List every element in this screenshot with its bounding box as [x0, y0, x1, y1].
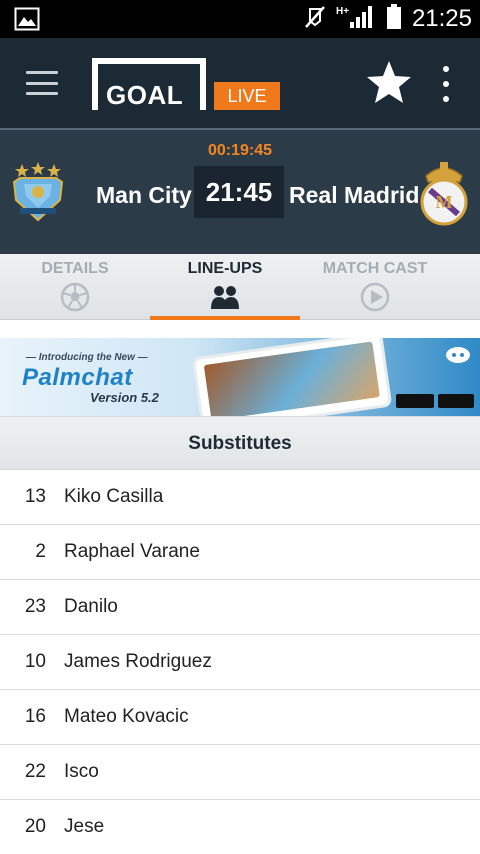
player-number: 16: [24, 706, 46, 727]
match-tabs: DETAILS LINE-UPS MATCH CAST: [0, 254, 480, 320]
tab-line-ups[interactable]: LINE-UPS: [150, 254, 300, 320]
match-score: 21:45: [194, 166, 284, 218]
player-number: 2: [35, 541, 46, 562]
app-bar: GOAL LIVE: [0, 38, 480, 128]
tab-match-cast[interactable]: MATCH CAST: [300, 254, 450, 320]
battery-icon: [386, 3, 402, 35]
network-type-label: H+: [336, 6, 349, 17]
player-number: 22: [24, 761, 46, 782]
image-notification-icon: [14, 7, 40, 31]
section-title: Substitutes: [0, 416, 480, 470]
content-gap: [0, 320, 480, 338]
ad-banner[interactable]: — Introducing the New — Palmchat Version…: [0, 338, 480, 416]
people-icon: [209, 281, 241, 313]
list-item[interactable]: 20 Jese: [0, 800, 480, 854]
player-name: Kiko Casilla: [64, 486, 164, 507]
svg-text:M: M: [436, 192, 453, 212]
star-icon[interactable]: [364, 58, 414, 108]
ad-phone-image: [191, 338, 393, 416]
player-name: Isco: [64, 761, 99, 782]
substitutes-list: 13 Kiko Casilla 2 Raphael Varane 23 Dani…: [0, 470, 480, 854]
menu-icon[interactable]: [22, 66, 62, 100]
list-item[interactable]: 23 Danilo: [0, 580, 480, 635]
signal-icon: H+: [336, 4, 376, 35]
more-vert-icon[interactable]: [436, 64, 456, 104]
ad-version-text: Version 5.2: [90, 390, 159, 405]
player-name: James Rodriguez: [64, 651, 212, 672]
palmchat-logo-icon: [444, 344, 472, 364]
home-team-crest-icon: [10, 160, 66, 224]
ad-brand-text: Palmchat: [22, 364, 133, 391]
player-name: Jese: [64, 816, 105, 837]
status-icons: H+ 21:25: [304, 0, 472, 38]
player-name: Danilo: [64, 596, 118, 617]
away-team-crest-icon: M: [416, 160, 472, 226]
soccer-ball-icon: [59, 281, 91, 313]
away-team-name: Real Madrid: [289, 182, 420, 208]
player-number: 10: [24, 651, 46, 672]
tab-match-cast-label: MATCH CAST: [322, 260, 428, 277]
list-item[interactable]: 13 Kiko Casilla: [0, 470, 480, 525]
list-item[interactable]: 2 Raphael Varane: [0, 525, 480, 580]
app-store-badge-icon[interactable]: [438, 394, 474, 408]
muted-icon: [304, 5, 326, 34]
player-number: 23: [24, 596, 46, 617]
play-circle-icon: [359, 281, 391, 313]
list-item[interactable]: 22 Isco: [0, 745, 480, 800]
google-play-badge-icon[interactable]: [396, 394, 434, 408]
status-time: 21:25: [411, 5, 472, 32]
match-clock: 00:19:45: [207, 142, 273, 159]
player-number: 20: [24, 816, 46, 837]
tab-details[interactable]: DETAILS: [0, 254, 150, 320]
live-badge: LIVE: [214, 82, 280, 110]
status-bar: H+ 21:25: [0, 0, 480, 38]
tab-line-ups-label: LINE-UPS: [187, 260, 263, 277]
goal-live-logo[interactable]: GOAL LIVE: [92, 58, 284, 110]
tab-details-label: DETAILS: [41, 260, 109, 277]
ad-intro-text: — Introducing the New —: [26, 352, 148, 363]
list-item[interactable]: 16 Mateo Kovacic: [0, 690, 480, 745]
player-name: Mateo Kovacic: [64, 706, 189, 727]
match-header: 00:19:45 Man City 21:45 Real Madrid M: [0, 128, 480, 254]
player-name: Raphael Varane: [64, 541, 200, 562]
logo-text: GOAL: [106, 80, 184, 110]
player-number: 13: [24, 486, 46, 507]
list-item[interactable]: 10 James Rodriguez: [0, 635, 480, 690]
home-team-name: Man City: [96, 182, 192, 208]
